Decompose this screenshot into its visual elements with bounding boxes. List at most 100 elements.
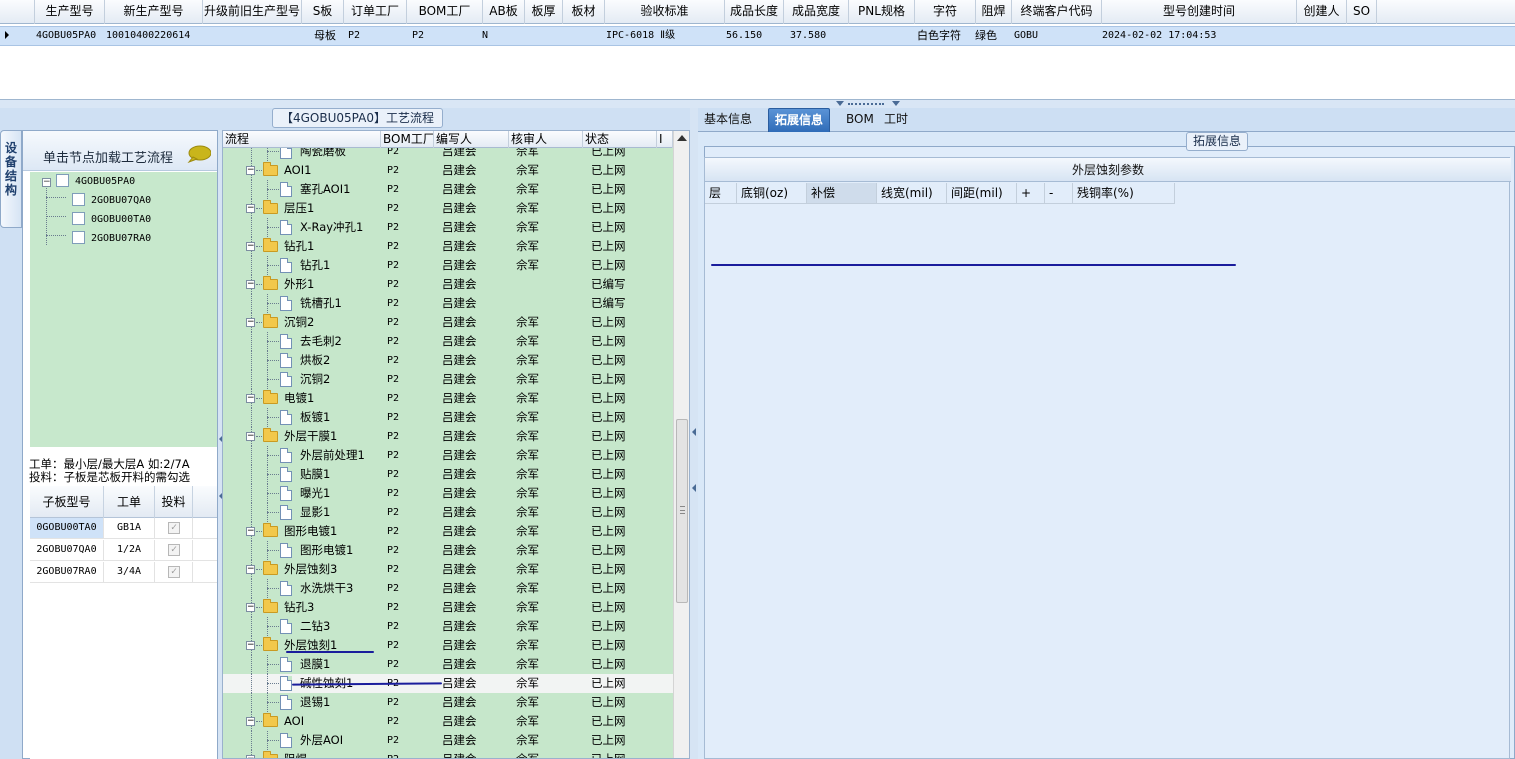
collapse-icon[interactable]: −	[246, 166, 255, 175]
tree-node-child[interactable]: 0GOBU00TA0	[72, 211, 151, 229]
process-row[interactable]: − 钻孔1 P2 吕建会 佘军 已上网	[223, 237, 673, 256]
process-row[interactable]: 贴膜1 P2 吕建会 佘军 已上网	[223, 465, 673, 484]
scroll-thumb[interactable]	[676, 419, 688, 603]
column-header[interactable]: PNL规格	[849, 0, 915, 24]
column-header[interactable]: 新生产型号	[105, 0, 203, 24]
column-header[interactable]: 创建人	[1297, 0, 1347, 24]
grid-cell-created-time[interactable]: 2024-02-02 17:04:53	[1102, 27, 1216, 45]
etch-column-header[interactable]: 补偿	[807, 183, 877, 204]
process-row[interactable]: 沉铜2 P2 吕建会 佘军 已上网	[223, 370, 673, 389]
process-row[interactable]: 图形电镀1 P2 吕建会 佘军 已上网	[223, 541, 673, 560]
process-row[interactable]: − 钻孔3 P2 吕建会 佘军 已上网	[223, 598, 673, 617]
collapse-icon[interactable]: −	[246, 603, 255, 612]
process-column-header[interactable]: 核审人	[509, 131, 583, 148]
collapse-icon[interactable]: −	[246, 527, 255, 536]
column-header[interactable]: BOM工厂	[407, 0, 483, 24]
etch-column-header[interactable]: 线宽(mil)	[877, 183, 947, 204]
collapse-icon[interactable]: −	[246, 432, 255, 441]
horizontal-splitter[interactable]	[0, 100, 1515, 108]
process-row[interactable]: − 图形电镀1 P2 吕建会 佘军 已上网	[223, 522, 673, 541]
column-header[interactable]: 升级前旧生产型号	[203, 0, 302, 24]
process-column-header[interactable]: 编写人	[434, 131, 509, 148]
sub-grid-header[interactable]: 投料	[155, 486, 193, 518]
column-header[interactable]: 终端客户代码	[1012, 0, 1102, 24]
column-header[interactable]: SO	[1347, 0, 1377, 24]
grid-cell-s-board[interactable]: 母板	[314, 27, 336, 45]
process-row[interactable]: 退膜1 P2 吕建会 佘军 已上网	[223, 655, 673, 674]
process-row[interactable]: 碱性蚀刻1P2吕建会佘军已上网	[223, 674, 673, 693]
work-order[interactable]: 3/4A	[104, 562, 155, 582]
work-order[interactable]: 1/2A	[104, 540, 155, 560]
column-header[interactable]: 型号创建时间	[1102, 0, 1297, 24]
process-row[interactable]: 退锡1 P2 吕建会 佘军 已上网	[223, 693, 673, 712]
grid-cell-length[interactable]: 56.150	[726, 27, 762, 45]
process-column-header[interactable]: 流程	[223, 131, 381, 148]
process-row[interactable]: 陶瓷磨板 P2 吕建会 佘军 已上网	[223, 148, 673, 161]
column-header[interactable]: 板材	[563, 0, 605, 24]
collapse-icon[interactable]: −	[246, 242, 255, 251]
tree-node-child[interactable]: 2GOBU07RA0	[72, 230, 151, 248]
column-header[interactable]: 成品宽度	[784, 0, 849, 24]
sub-grid-row[interactable]: 2GOBU07QA0 1/2A ✓	[30, 540, 217, 561]
process-row[interactable]: 去毛刺2 P2 吕建会 佘军 已上网	[223, 332, 673, 351]
sub-grid-header[interactable]: 工单	[104, 486, 155, 518]
etch-column-header[interactable]: -	[1045, 183, 1073, 204]
collapse-icon[interactable]: −	[246, 394, 255, 403]
column-header[interactable]: 成品长度	[725, 0, 784, 24]
etch-column-header[interactable]: 底铜(oz)	[737, 183, 807, 204]
etch-column-header[interactable]: 间距(mil)	[947, 183, 1017, 204]
process-column-header[interactable]: I	[657, 131, 673, 148]
grid-cell-new-model[interactable]: 10010400220614	[106, 27, 190, 45]
sub-grid-row[interactable]: 2GOBU07RA0 3/4A ✓	[30, 562, 217, 583]
process-row[interactable]: 外层前处理1 P2 吕建会 佘军 已上网	[223, 446, 673, 465]
collapse-icon[interactable]: −	[246, 204, 255, 213]
grid-cell-bom-factory[interactable]: P2	[412, 27, 424, 45]
column-header[interactable]: 订单工厂	[344, 0, 407, 24]
work-order[interactable]: GB1A	[104, 518, 155, 538]
etch-column-header[interactable]: 层	[705, 183, 737, 204]
sub-grid-header[interactable]: 子板型号	[30, 486, 104, 518]
process-row[interactable]: − 外形1 P2 吕建会 已编写	[223, 275, 673, 294]
grid-cell-prod-model[interactable]: 4GOBU05PA0	[36, 27, 96, 45]
tab-equipment-structure[interactable]: 设备结构	[0, 130, 22, 228]
collapse-icon[interactable]: −	[246, 318, 255, 327]
model-grid-row[interactable]: 4GOBU05PA0 10010400220614 母板 P2 P2 N IPC-6018 …	[0, 26, 1515, 46]
process-row[interactable]: 烘板2 P2 吕建会 佘军 已上网	[223, 351, 673, 370]
scroll-up-icon[interactable]	[677, 135, 687, 141]
grid-cell-width[interactable]: 37.580	[790, 27, 826, 45]
etch-column-header[interactable]: 残铜率(%)	[1073, 183, 1175, 204]
tree-node-child[interactable]: 2GOBU07QA0	[72, 192, 151, 210]
collapse-icon[interactable]: −	[246, 755, 255, 758]
process-row[interactable]: 水洗烘干3 P2 吕建会 佘军 已上网	[223, 579, 673, 598]
process-column-header[interactable]: BOM工厂	[381, 131, 434, 148]
collapse-icon[interactable]: −	[246, 641, 255, 650]
sub-grid-row[interactable]: 0GOBU00TA0 GB1A ✓	[30, 518, 217, 539]
process-row[interactable]: 钻孔1 P2 吕建会 佘军 已上网	[223, 256, 673, 275]
column-header[interactable]: 字符	[915, 0, 976, 24]
etch-column-header[interactable]: +	[1017, 183, 1045, 204]
process-row[interactable]: − 沉铜2 P2 吕建会 佘军 已上网	[223, 313, 673, 332]
grid-cell-customer-code[interactable]: GOBU	[1014, 27, 1038, 45]
process-row[interactable]: − AOI1 P2 吕建会 佘军 已上网	[223, 161, 673, 180]
column-header[interactable]: AB板	[483, 0, 525, 24]
tab-extension-info[interactable]: 拓展信息	[768, 108, 831, 132]
sub-board-model[interactable]: 0GOBU00TA0	[30, 518, 104, 538]
process-row[interactable]: 塞孔AOI1 P2 吕建会 佘军 已上网	[223, 180, 673, 199]
collapse-icon[interactable]: −	[246, 717, 255, 726]
grid-cell-char[interactable]: 白色字符	[917, 27, 961, 45]
collapse-icon[interactable]: −	[246, 565, 255, 574]
collapse-icon[interactable]: −	[246, 280, 255, 289]
process-row[interactable]: 外层AOI P2 吕建会 佘军 已上网	[223, 731, 673, 750]
tab-work-hours[interactable]: 工时	[878, 108, 914, 132]
sub-board-model[interactable]: 2GOBU07RA0	[30, 562, 104, 582]
process-column-header[interactable]: 状态	[583, 131, 657, 148]
column-header[interactable]: 阻焊	[976, 0, 1012, 24]
grid-cell-ab-board[interactable]: N	[482, 27, 488, 45]
process-row[interactable]: 显影1 P2 吕建会 佘军 已上网	[223, 503, 673, 522]
process-row[interactable]: − 外层干膜1 P2 吕建会 佘军 已上网	[223, 427, 673, 446]
middle-splitter[interactable]	[690, 108, 698, 759]
feed-checkbox[interactable]: ✓	[168, 566, 180, 578]
tab-bom[interactable]: BOM	[840, 108, 880, 132]
sub-board-model[interactable]: 2GOBU07QA0	[30, 540, 104, 560]
feed-checkbox[interactable]: ✓	[168, 522, 180, 534]
